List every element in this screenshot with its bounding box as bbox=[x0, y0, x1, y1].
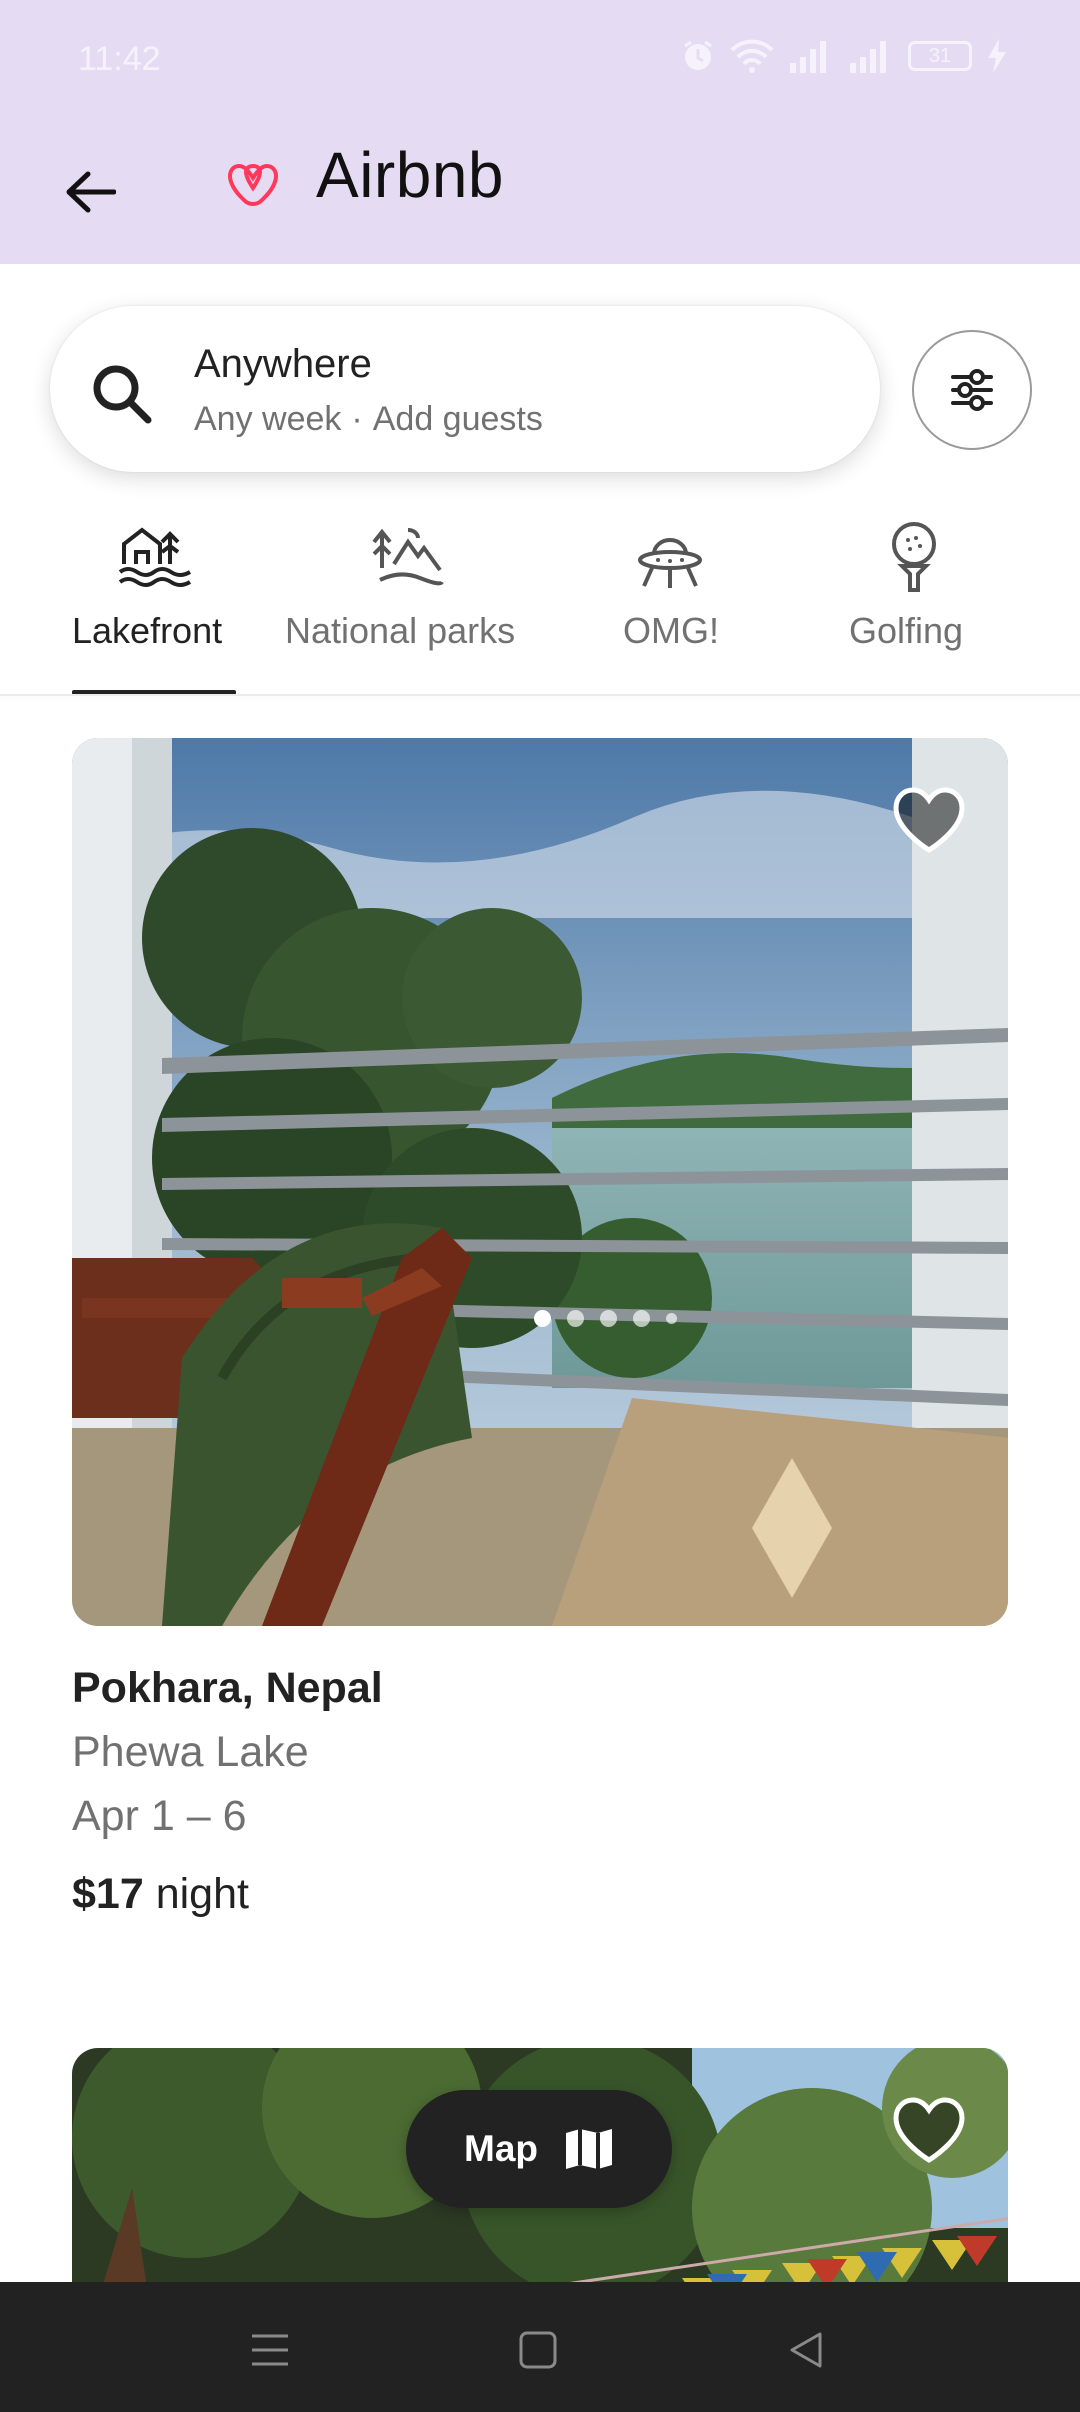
home-square-icon bbox=[519, 2331, 557, 2369]
search-guests: Add guests bbox=[372, 400, 543, 438]
tab-national-parks[interactable]: National parks bbox=[280, 510, 530, 696]
nav-back-button[interactable] bbox=[776, 2320, 836, 2380]
national-parks-icon bbox=[372, 528, 444, 586]
status-bar: 11:42 31 bbox=[0, 0, 1080, 124]
heart-icon bbox=[893, 2097, 965, 2163]
listing-location: Pokhara, Nepal bbox=[72, 1664, 383, 1712]
status-icons: 31 bbox=[680, 38, 1008, 74]
signal-icon-2 bbox=[850, 41, 886, 73]
heart-icon bbox=[893, 787, 965, 853]
photo-dot bbox=[567, 1310, 584, 1327]
listing-price-unit: night bbox=[155, 1870, 249, 1918]
favorite-button[interactable] bbox=[890, 782, 968, 860]
tab-golfing-label: Golfing bbox=[849, 610, 964, 651]
photo-dot bbox=[666, 1313, 677, 1324]
ufo-icon bbox=[638, 538, 702, 588]
map-button[interactable]: Map bbox=[406, 2090, 672, 2208]
tab-omg-label: OMG! bbox=[623, 610, 719, 651]
photo-dot bbox=[600, 1310, 617, 1327]
tab-golfing[interactable]: Golfing bbox=[820, 510, 1020, 696]
filters-button[interactable] bbox=[912, 330, 1032, 450]
listing-photo[interactable] bbox=[72, 738, 1008, 1626]
signal-icon bbox=[790, 41, 826, 73]
listing-price: $17 night bbox=[72, 1870, 249, 1919]
menu-icon bbox=[252, 2334, 288, 2366]
battery-level: 31 bbox=[928, 44, 952, 67]
back-button[interactable] bbox=[52, 154, 128, 230]
listing-photo-image bbox=[72, 738, 1008, 1626]
photo-pagination bbox=[534, 1310, 677, 1327]
back-triangle-icon bbox=[790, 2332, 822, 2368]
photo-dot bbox=[633, 1310, 650, 1327]
battery-indicator: 31 bbox=[908, 41, 972, 71]
listing-price-amount: $17 bbox=[72, 1870, 144, 1918]
listing-place: Phewa Lake bbox=[72, 1728, 309, 1776]
lakefront-icon bbox=[118, 527, 192, 587]
status-time: 11:42 bbox=[78, 40, 161, 78]
search-icon bbox=[88, 360, 156, 433]
wifi-icon bbox=[730, 39, 774, 73]
tab-lakefront[interactable]: Lakefront bbox=[40, 510, 270, 696]
photo-dot bbox=[534, 1310, 551, 1327]
search-location: Anywhere bbox=[194, 342, 372, 386]
search-dates: Any week bbox=[194, 400, 342, 438]
system-nav-bar bbox=[0, 2282, 1080, 2412]
search-separator: · bbox=[351, 400, 363, 438]
tabs-divider bbox=[0, 694, 1080, 696]
tab-national-parks-label: National parks bbox=[285, 610, 516, 651]
arrow-left-icon bbox=[66, 171, 116, 213]
filters-icon bbox=[951, 369, 993, 411]
nav-home-button[interactable] bbox=[508, 2320, 568, 2380]
app-bar bbox=[0, 124, 1080, 264]
airbnb-logo-icon bbox=[226, 150, 280, 213]
map-button-label: Map bbox=[464, 2128, 538, 2169]
search-bar[interactable] bbox=[50, 306, 880, 472]
alarm-icon bbox=[684, 40, 712, 70]
category-tabs: Lakefront National parks OMG! Golfing bbox=[0, 510, 1080, 696]
map-icon bbox=[566, 2129, 612, 2169]
golf-icon bbox=[892, 522, 936, 592]
search-details: Any week · Add guests bbox=[194, 400, 543, 439]
listing-dates: Apr 1 – 6 bbox=[72, 1792, 247, 1840]
app-screen: 11:42 31 Airbnb Anywhere Any week · Add … bbox=[0, 0, 1080, 2412]
favorite-button-2[interactable] bbox=[890, 2092, 968, 2170]
nav-menu-button[interactable] bbox=[240, 2320, 300, 2380]
app-title: Airbnb bbox=[316, 139, 504, 211]
tab-lakefront-label: Lakefront bbox=[72, 610, 223, 651]
tab-omg[interactable]: OMG! bbox=[560, 510, 780, 696]
charging-icon bbox=[988, 39, 1006, 73]
